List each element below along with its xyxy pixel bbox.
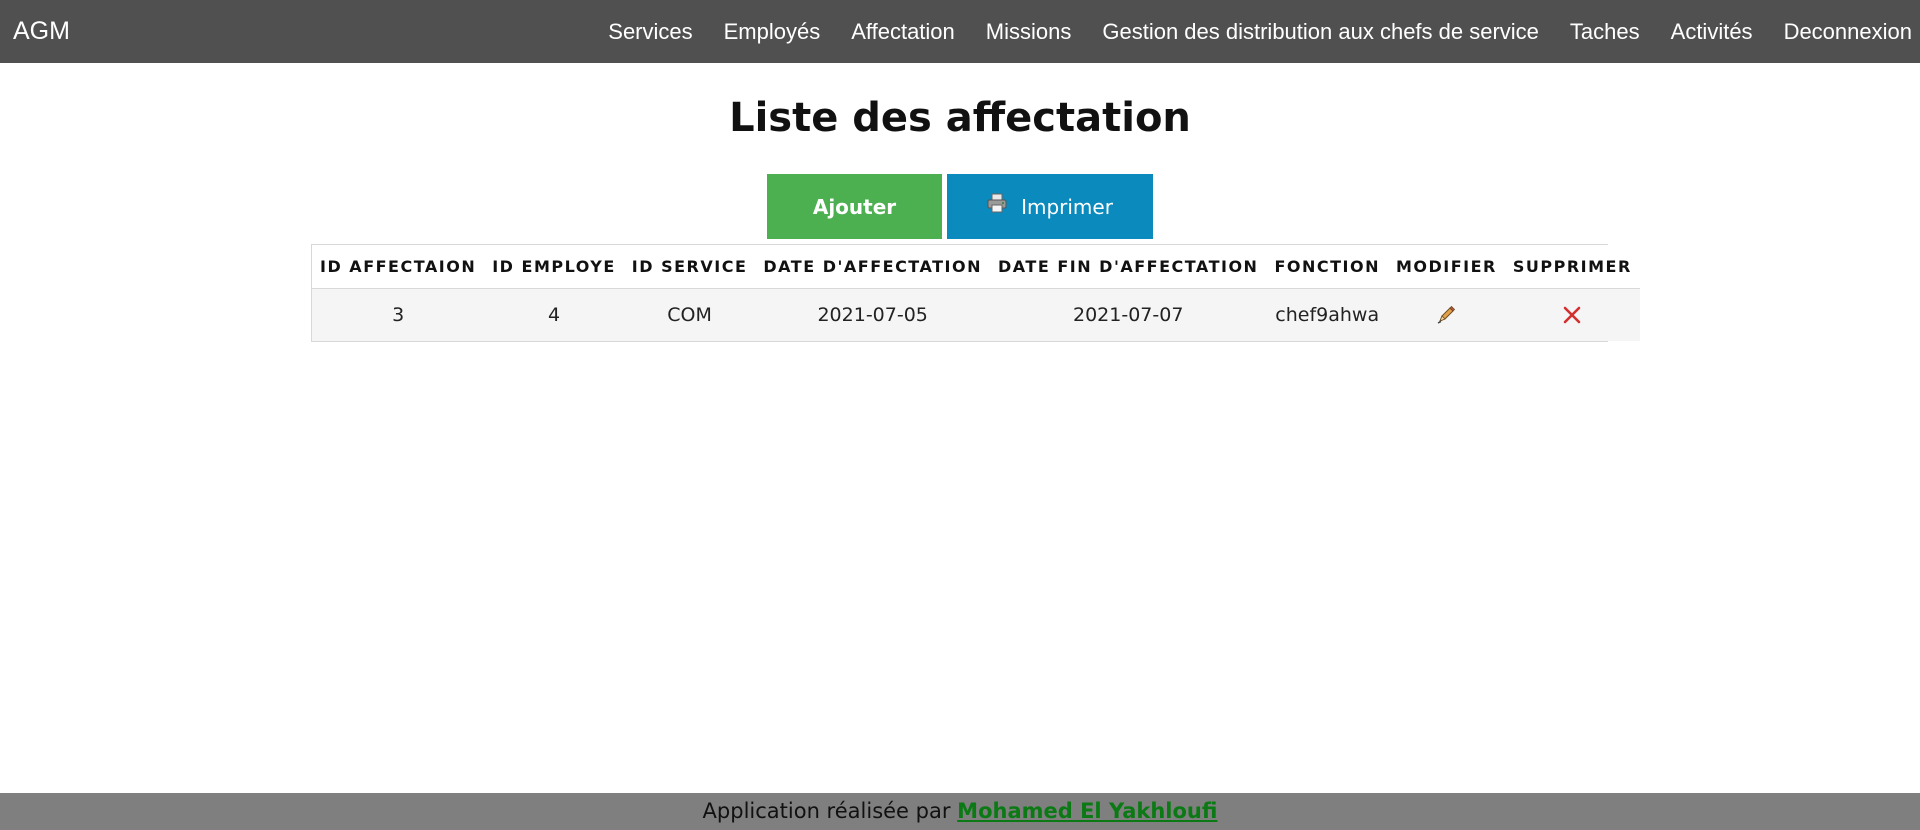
nav-link-deconnexion[interactable]: Deconnexion: [1768, 17, 1920, 47]
header-id-affectation: ID AFFECTAION: [312, 245, 485, 289]
cell-id-employe: 4: [484, 288, 624, 341]
affectation-table-container: ID AFFECTAION ID EMPLOYE ID SERVICE DATE…: [311, 244, 1640, 342]
author-link[interactable]: Mohamed El Yakhloufi: [957, 799, 1217, 823]
table-header-row: ID AFFECTAION ID EMPLOYE ID SERVICE DATE…: [312, 245, 1640, 289]
cell-date-affectation: 2021-07-05: [755, 288, 990, 341]
cell-id-service: COM: [623, 288, 756, 341]
nav-link-activites[interactable]: Activités: [1655, 17, 1768, 47]
header-supprimer: SUPPRIMER: [1504, 245, 1640, 289]
print-button-label: Imprimer: [1021, 194, 1113, 219]
nav-link-missions[interactable]: Missions: [970, 17, 1087, 47]
top-navbar: AGM Services Employés Affectation Missio…: [0, 0, 1920, 63]
cell-id-affectation: 3: [312, 288, 485, 341]
page-footer: Application réalisée par Mohamed El Yakh…: [0, 793, 1920, 830]
header-fonction: FONCTION: [1266, 245, 1388, 289]
header-modifier: MODIFIER: [1387, 245, 1505, 289]
pencil-icon[interactable]: [1435, 304, 1457, 326]
nav-menu: Services Employés Affectation Missions G…: [593, 0, 1920, 63]
nav-link-affectation[interactable]: Affectation: [836, 17, 971, 47]
cell-modifier: [1387, 288, 1505, 341]
add-button-label: Ajouter: [812, 194, 897, 219]
cell-date-fin-affectation: 2021-07-07: [989, 288, 1267, 341]
table-row: 3 4 COM 2021-07-05 2021-07-07 chef9ahwa: [312, 288, 1640, 341]
close-icon[interactable]: [1561, 304, 1583, 326]
footer-text: Application réalisée par: [702, 799, 951, 823]
page-title: Liste des affectation: [729, 95, 1191, 141]
cell-supprimer: [1504, 288, 1640, 341]
add-button[interactable]: Ajouter: [767, 174, 942, 239]
cell-fonction: chef9ahwa: [1266, 288, 1388, 341]
nav-link-taches[interactable]: Taches: [1554, 17, 1655, 47]
nav-link-employes[interactable]: Employés: [708, 17, 836, 47]
nav-link-services[interactable]: Services: [593, 17, 708, 47]
affectation-table: ID AFFECTAION ID EMPLOYE ID SERVICE DATE…: [312, 245, 1640, 341]
printer-icon: [987, 193, 1007, 213]
nav-link-gestion-distribution[interactable]: Gestion des distribution aux chefs de se…: [1087, 17, 1555, 47]
brand-logo[interactable]: AGM: [13, 16, 70, 46]
header-date-affectation: DATE D'AFFECTATION: [755, 245, 990, 289]
header-id-employe: ID EMPLOYE: [484, 245, 624, 289]
header-date-fin-affectation: DATE FIN D'AFFECTATION: [989, 245, 1267, 289]
print-button[interactable]: Imprimer: [947, 174, 1153, 239]
header-id-service: ID SERVICE: [623, 245, 756, 289]
